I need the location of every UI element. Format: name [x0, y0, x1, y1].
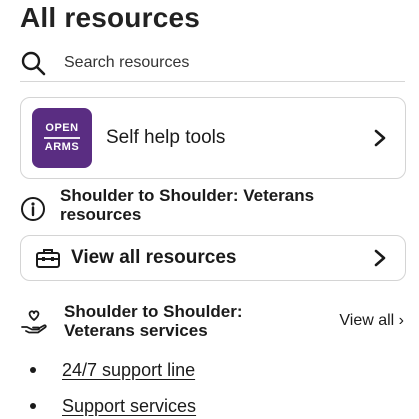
logo-divider	[44, 137, 80, 139]
view-all-resources-card[interactable]: View all resources	[20, 235, 406, 281]
list-item: Support services	[30, 388, 196, 419]
view-all-resources-label: View all resources	[71, 247, 237, 268]
info-icon	[21, 197, 45, 221]
veterans-services-heading: Shoulder to Shoulder: Veterans services	[64, 302, 304, 340]
chevron-right-icon	[374, 129, 386, 147]
chevron-right-icon	[374, 249, 386, 267]
search-bar[interactable]	[20, 44, 405, 82]
heading-line-2: Veterans services	[64, 321, 208, 340]
bullet	[30, 367, 36, 373]
search-input[interactable]	[64, 53, 364, 72]
self-help-tools-label: Self help tools	[106, 127, 226, 148]
heading-line-1: Shoulder to Shoulder:	[64, 302, 243, 321]
view-all-services-link[interactable]: View all ›	[339, 312, 404, 330]
support-services-link[interactable]: Support services	[62, 396, 196, 417]
logo-text-open: OPEN	[45, 122, 79, 134]
logo-text-arms: ARMS	[44, 141, 80, 153]
self-help-tools-card[interactable]: OPEN ARMS Self help tools	[20, 97, 406, 179]
page-title: All resources	[20, 2, 201, 33]
veterans-resources-section: Shoulder to Shoulder: Veterans resources	[20, 186, 314, 224]
support-line-link[interactable]: 24/7 support line	[62, 360, 195, 381]
bullet	[30, 403, 36, 409]
open-arms-logo: OPEN ARMS	[32, 108, 92, 168]
heart-hand-icon	[21, 310, 47, 334]
veterans-resources-heading: Shoulder to Shoulder: Veterans resources	[60, 186, 314, 224]
service-links-list: 24/7 support line Support services	[30, 352, 196, 419]
heading-line-1: Shoulder to Shoulder: Veterans	[60, 186, 315, 205]
veterans-services-section: Shoulder to Shoulder: Veterans services …	[20, 302, 406, 340]
heading-line-2: resources	[60, 205, 142, 224]
toolbox-icon	[36, 249, 60, 268]
search-icon[interactable]	[20, 50, 46, 76]
list-item: 24/7 support line	[30, 352, 196, 388]
resources-page: All resources OPEN ARMS Self help tools …	[0, 0, 419, 419]
